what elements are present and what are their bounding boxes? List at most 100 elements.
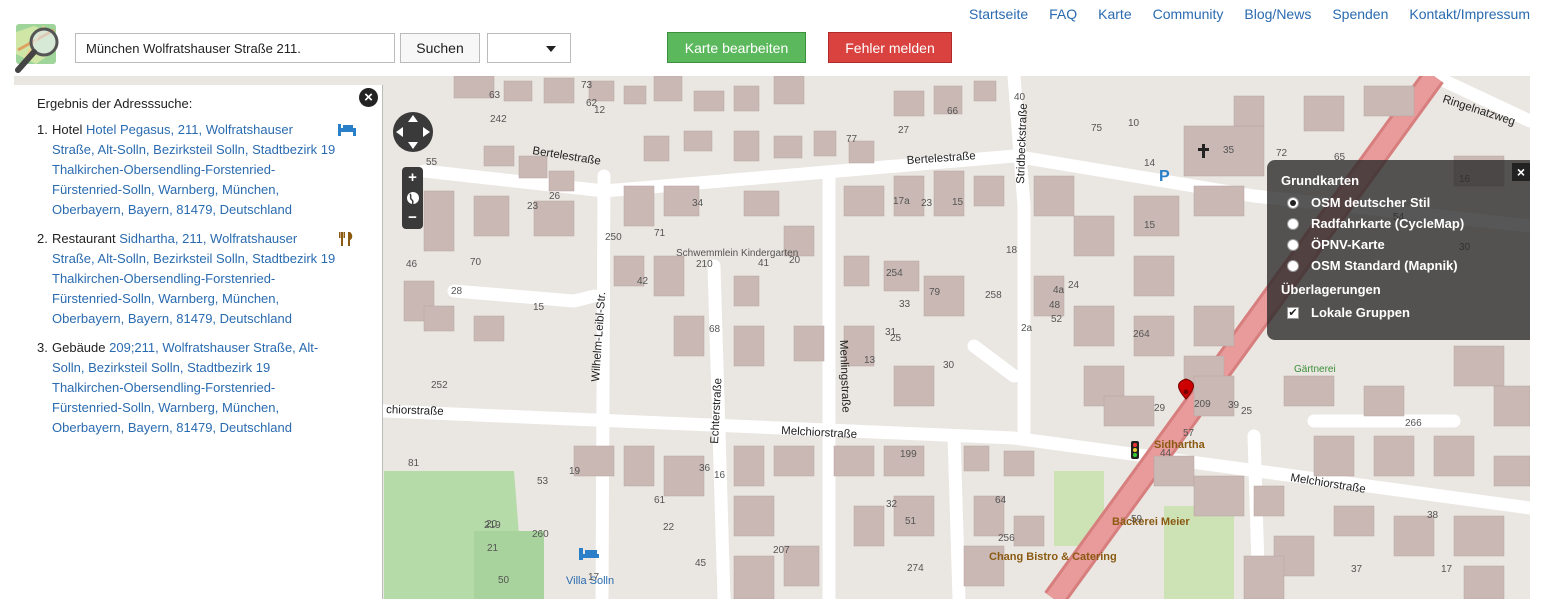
radio-unselected[interactable] <box>1287 239 1299 251</box>
zoom-in-icon[interactable]: + <box>402 168 423 188</box>
house-number-label: 34 <box>692 198 704 209</box>
nav-karte[interactable]: Karte <box>1098 6 1131 24</box>
edit-map-button[interactable]: Karte bearbeiten <box>667 32 806 63</box>
base-layers-title: Grundkarten <box>1281 173 1360 188</box>
house-number-label: 68 <box>709 324 721 335</box>
house-number-label: 15 <box>1144 220 1156 231</box>
header: Suchen Karte bearbeiten Fehler melden St… <box>0 0 1544 76</box>
checkbox-checked[interactable]: ✔ <box>1287 307 1299 319</box>
results-list: 1. Hotel Hotel Pegasus, 211, Wolfratshau… <box>37 120 356 447</box>
report-error-button[interactable]: Fehler melden <box>828 32 952 63</box>
house-number-label: 252 <box>431 380 448 391</box>
result-number: 2. <box>37 231 48 246</box>
house-number-label: 22 <box>663 522 675 533</box>
house-number-label: 10 <box>1128 118 1140 129</box>
house-number-label: 66 <box>947 106 959 117</box>
radio-selected[interactable] <box>1287 197 1299 209</box>
nav-faq[interactable]: FAQ <box>1049 6 1077 24</box>
search-type-select[interactable] <box>487 33 571 63</box>
nav-community[interactable]: Community <box>1153 6 1224 24</box>
result-type: Hotel <box>52 122 83 137</box>
house-number-label: 207 <box>773 545 790 556</box>
results-title: Ergebnis der Adresssuche: <box>37 96 193 111</box>
layer-switcher: Grundkarten OSM deutscher Stil Radfahrka… <box>1267 160 1530 340</box>
house-number-label: 33 <box>899 299 911 310</box>
house-number-label: 19 <box>569 466 581 477</box>
nav-blog-news[interactable]: Blog/News <box>1244 6 1311 24</box>
nav-spenden[interactable]: Spenden <box>1332 6 1388 24</box>
close-icon[interactable]: × <box>1512 163 1530 181</box>
result-item: 3. Gebäude 209;211, Wolfratshauser Straß… <box>37 338 337 438</box>
house-number-label: 31 <box>885 327 897 338</box>
result-item: 2. Restaurant Sidhartha, 211, Wolfratsha… <box>37 229 353 329</box>
house-number-label: 256 <box>998 533 1015 544</box>
zoom-out-icon[interactable]: − <box>402 208 423 228</box>
result-type: Gebäude <box>52 340 106 355</box>
house-number-label: 63 <box>489 90 501 101</box>
house-number-label: 209 <box>1194 399 1211 410</box>
house-number-label: 51 <box>905 516 917 527</box>
house-number-label: 260 <box>532 529 549 540</box>
house-number-label: 264 <box>1133 329 1150 340</box>
house-number-label: 250 <box>605 232 622 243</box>
house-number-label: 254 <box>886 268 903 279</box>
house-number-label: 274 <box>907 563 924 574</box>
house-number-label: 32 <box>886 499 898 510</box>
house-number-label: 64 <box>995 495 1007 506</box>
house-number-label: 50 <box>498 575 510 586</box>
house-number-label: 30 <box>943 360 955 371</box>
house-number-label: 26 <box>549 191 561 202</box>
house-number-label: 41 <box>758 258 770 269</box>
pan-control[interactable] <box>392 111 434 153</box>
house-number-label: 40 <box>1014 92 1026 103</box>
radio-unselected[interactable] <box>1287 218 1299 230</box>
house-number-label: 46 <box>406 259 418 270</box>
layer-label: OSM Standard (Mapnik) <box>1311 258 1458 273</box>
house-number-label: 79 <box>929 287 941 298</box>
house-number-label: 258 <box>985 290 1002 301</box>
house-number-label: 38 <box>1427 510 1439 521</box>
house-number-label: 4a <box>1053 285 1065 296</box>
house-number-label: 70 <box>470 257 482 268</box>
house-number-label: 2a <box>1021 323 1033 334</box>
house-number-label: 219 <box>484 520 501 531</box>
house-number-label: 75 <box>1091 123 1103 134</box>
chevron-down-icon <box>546 46 556 52</box>
layer-label: OSM deutscher Stil <box>1311 195 1431 210</box>
house-number-label: 18 <box>1006 245 1018 256</box>
house-number-label: 15 <box>533 302 545 313</box>
house-number-label: 48 <box>1049 300 1061 311</box>
result-item: 1. Hotel Hotel Pegasus, 211, Wolfratshau… <box>37 120 356 220</box>
house-number-label: 13 <box>864 355 876 366</box>
nav-kontakt-impressum[interactable]: Kontakt/Impressum <box>1409 6 1530 24</box>
house-number-label: 266 <box>1405 418 1422 429</box>
layer-label: ÖPNV-Karte <box>1311 237 1385 252</box>
house-number-label: 62 <box>586 98 598 109</box>
house-number-label: 17 <box>588 572 600 583</box>
house-number-label: 81 <box>408 458 420 469</box>
house-number-label: 44 <box>1160 448 1172 459</box>
radio-unselected[interactable] <box>1287 260 1299 272</box>
house-number-label: 61 <box>654 495 666 506</box>
globe-icon[interactable] <box>402 188 423 208</box>
house-number-label: 37 <box>1351 564 1363 575</box>
fork-knife-icon <box>339 232 353 246</box>
house-number-label: 45 <box>695 558 707 569</box>
result-number: 1. <box>37 122 48 137</box>
house-number-label: 242 <box>490 114 507 125</box>
house-number-label: 72 <box>1276 148 1288 159</box>
house-number-label: 53 <box>537 476 549 487</box>
close-icon[interactable]: × <box>359 88 378 107</box>
house-number-label: 23 <box>921 198 933 209</box>
house-number-label: 59 <box>1131 514 1143 525</box>
house-number-label: 17a <box>893 196 910 207</box>
result-link[interactable]: Hotel Pegasus, 211, Wolfratshauser Straß… <box>52 122 335 217</box>
house-number-label: 42 <box>637 276 649 287</box>
house-number-label: 14 <box>1144 158 1156 169</box>
nav-startseite[interactable]: Startseite <box>969 6 1028 24</box>
search-input[interactable] <box>75 33 395 63</box>
search-button[interactable]: Suchen <box>400 33 480 63</box>
house-number-label: 199 <box>900 449 917 460</box>
house-number-label: 15 <box>952 197 964 208</box>
osm-logo-icon[interactable] <box>14 20 68 74</box>
